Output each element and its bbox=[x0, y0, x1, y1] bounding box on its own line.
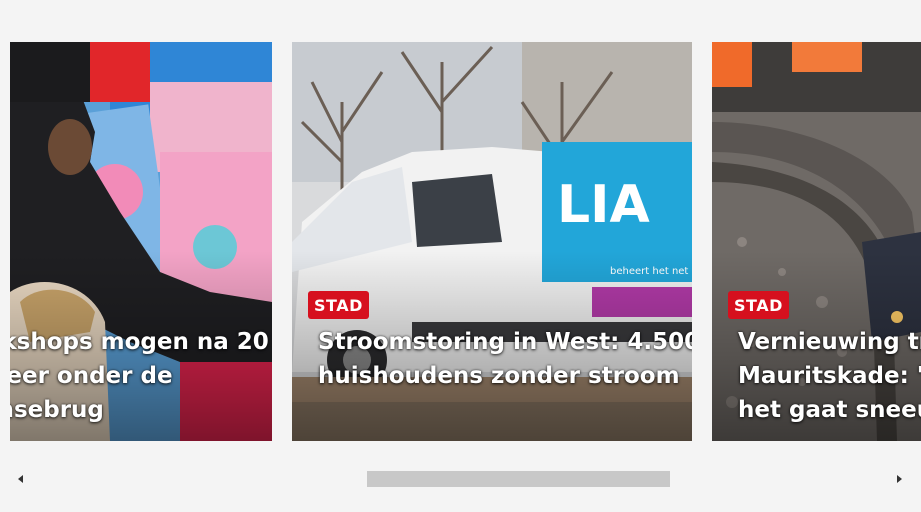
headline-line: rkshops mogen na 20 bbox=[10, 329, 269, 355]
news-card-mauritskade[interactable]: STAD Vernieuwing tra Mauritskade: "G het… bbox=[712, 42, 921, 441]
category-badge: STAD bbox=[728, 291, 789, 319]
news-card-stroomstoring[interactable]: LIA beheert het net STAD Stroomstoring i… bbox=[292, 42, 692, 441]
scrollbar-thumb[interactable] bbox=[367, 471, 670, 487]
news-card-workshops[interactable]: rkshops mogen na 20 heer onder de msebru… bbox=[10, 42, 272, 441]
horizontal-scrollbar[interactable] bbox=[10, 467, 912, 491]
scroll-right-icon[interactable] bbox=[892, 472, 906, 486]
card-headline: rkshops mogen na 20 heer onder de msebru… bbox=[10, 325, 272, 427]
headline-line: heer onder de bbox=[10, 363, 173, 389]
van-brand-logo: LIA bbox=[557, 175, 650, 235]
scroll-left-icon[interactable] bbox=[14, 472, 28, 486]
scrollbar-track[interactable] bbox=[32, 471, 890, 487]
headline-line: Stroomstoring in West: 4.500 bbox=[318, 329, 692, 355]
card-headline: Stroomstoring in West: 4.500 huishoudens… bbox=[318, 325, 692, 393]
headline-line: Mauritskade: "G bbox=[738, 363, 921, 389]
headline-line: msebrug bbox=[10, 397, 104, 423]
headline-line: het gaat sneeu bbox=[738, 397, 921, 423]
card-headline: Vernieuwing tra Mauritskade: "G het gaat… bbox=[738, 325, 921, 427]
category-badge: STAD bbox=[308, 291, 369, 319]
news-carousel: rkshops mogen na 20 heer onder de msebru… bbox=[0, 0, 921, 512]
headline-line: Vernieuwing tra bbox=[738, 329, 921, 355]
headline-line: huishoudens zonder stroom bbox=[318, 363, 680, 389]
